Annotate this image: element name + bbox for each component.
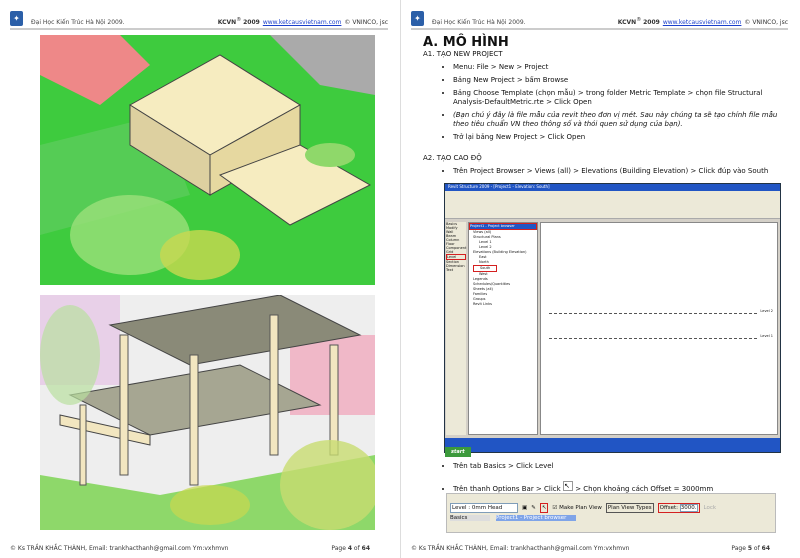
page-4: ✦ Đại Học Kiến Trúc Hà Nội 2009. KCVN® 2… bbox=[0, 0, 400, 558]
level-select[interactable]: Level : 0mm Head bbox=[450, 503, 518, 513]
list-item: Trên Project Browser > Views (all) > Ele… bbox=[453, 167, 786, 176]
start-button[interactable]: start bbox=[445, 447, 471, 457]
page-footer: © Ks TRẦN KHẮC THÀNH, Email: trankhactha… bbox=[10, 545, 370, 552]
revit-titlebar: Revit Structure 2009 - [Project1 - Eleva… bbox=[445, 184, 780, 191]
level-line[interactable] bbox=[549, 338, 757, 339]
page-current: 5 bbox=[747, 545, 752, 552]
brand-sup: ® bbox=[236, 17, 242, 23]
basics-tab[interactable]: Basics bbox=[450, 515, 490, 521]
heading-a1: A1. TẠO NEW PROJECT bbox=[423, 50, 503, 58]
render-top-view bbox=[40, 35, 375, 285]
basics-tab: Basics Modify Wall Beam Column Floor Component… bbox=[446, 222, 466, 435]
tree-item[interactable]: North bbox=[473, 260, 537, 265]
project-browser-title: Project1 - Project browser bbox=[496, 515, 576, 521]
make-plan-view-label: Make Plan View bbox=[559, 505, 602, 511]
logo-icon: ✦ bbox=[411, 11, 424, 26]
lock-checkbox[interactable]: Lock bbox=[704, 505, 717, 511]
offset-label: Offset: bbox=[659, 505, 678, 511]
university: Đại Học Kiến Trúc Hà Nội 2009. bbox=[31, 19, 125, 26]
year: 2009 bbox=[643, 19, 660, 26]
tree-item[interactable]: Revit Links bbox=[473, 302, 537, 307]
section-a2-cont: Trên tab Basics > Click Level Trên thanh… bbox=[423, 458, 786, 498]
page-label: Page bbox=[731, 545, 746, 552]
list-item: Trở lại bảng New Project > Click Open bbox=[453, 133, 786, 142]
pointer-icon: ↖ bbox=[562, 481, 573, 491]
taskbar: start bbox=[445, 438, 780, 457]
step-text: > Chọn khoảng cách Offset = 3000mm bbox=[575, 485, 714, 493]
copyright: © VNINCO, jsc bbox=[744, 19, 788, 26]
revit-screenshot: Revit Structure 2009 - [Project1 - Eleva… bbox=[444, 183, 781, 457]
section-a: A. MÔ HÌNH A1. TẠO NEW PROJECT Menu: Fil… bbox=[423, 35, 786, 180]
page-current: 4 bbox=[347, 545, 352, 552]
page-of: of bbox=[353, 545, 360, 552]
pencil-icon[interactable]: ✎ bbox=[531, 505, 536, 511]
logo-icon: ✦ bbox=[10, 11, 23, 26]
revit-toolbars bbox=[445, 191, 780, 219]
tree-item-south[interactable]: South bbox=[473, 265, 497, 272]
project-browser: Project1 - Project browser Views (all) St… bbox=[468, 222, 538, 435]
page-of: of bbox=[753, 545, 760, 552]
page-number: Page 5 of 64 bbox=[731, 545, 770, 552]
website-link[interactable]: www.ketcausvietnam.com bbox=[263, 19, 342, 26]
heading-a2: A2. TẠO CAO ĐỘ bbox=[423, 154, 482, 162]
browser-title: Project1 - Project browser bbox=[469, 223, 537, 230]
make-plan-view-checkbox[interactable]: ☑ Make Plan View bbox=[552, 505, 601, 511]
brand-sup: ® bbox=[636, 17, 642, 23]
page-5: ✦ Đại Học Kiến Trúc Hà Nội 2009. KCVN® 2… bbox=[400, 0, 800, 558]
page-header: ✦ Đại Học Kiến Trúc Hà Nội 2009. KCVN® 2… bbox=[10, 6, 388, 26]
list-item-note: (Bạn chú ý đây là file mẫu của revit the… bbox=[453, 111, 786, 129]
page-total: 64 bbox=[761, 545, 770, 552]
page-header: ✦ Đại Học Kiến Trúc Hà Nội 2009. KCVN® 2… bbox=[411, 6, 788, 26]
section-title: A. MÔ HÌNH bbox=[423, 35, 509, 50]
header-rule bbox=[411, 28, 788, 30]
properties-icon[interactable]: ▣ bbox=[522, 505, 527, 511]
brand: KCVN bbox=[617, 19, 637, 26]
level-label: Level 1 bbox=[760, 334, 773, 338]
page-label: Page bbox=[331, 545, 346, 552]
step-text: Trên thanh Options Bar > Click bbox=[453, 485, 561, 493]
page-number: Page 4 of 64 bbox=[331, 545, 370, 552]
plan-view-types-button[interactable]: Plan View Types bbox=[605, 503, 654, 513]
list-item: Menu: File > New > Project bbox=[453, 63, 786, 72]
pick-lines-icon[interactable]: ↖ bbox=[539, 503, 549, 513]
page-total: 64 bbox=[361, 545, 370, 552]
elevation-view[interactable]: Level 2 Level 1 bbox=[540, 222, 778, 435]
offset-input[interactable]: 3000. bbox=[679, 504, 698, 512]
render-perspective-view bbox=[40, 295, 375, 530]
tool-text[interactable]: Text bbox=[446, 268, 466, 272]
footer-author: © Ks TRẦN KHẮC THÀNH, Email: trankhactha… bbox=[411, 545, 630, 552]
footer-author: © Ks TRẦN KHẮC THÀNH, Email: trankhactha… bbox=[10, 545, 229, 552]
list-item: Bảng New Project > bấm Browse bbox=[453, 76, 786, 85]
year: 2009 bbox=[243, 19, 260, 26]
list-item: Bảng Choose Template (chọn mẫu) > trong … bbox=[453, 89, 786, 107]
page-footer: © Ks TRẦN KHẮC THÀNH, Email: trankhactha… bbox=[411, 545, 770, 552]
level-line[interactable] bbox=[549, 313, 757, 314]
university: Đại Học Kiến Trúc Hà Nội 2009. bbox=[432, 19, 526, 26]
options-bar-screenshot: Level : 0mm Head ▣ ✎ ↖ ☑ Make Plan View … bbox=[446, 493, 776, 533]
website-link[interactable]: www.ketcausvietnam.com bbox=[663, 19, 742, 26]
header-rule bbox=[10, 28, 388, 30]
brand: KCVN bbox=[217, 19, 237, 26]
list-item: Trên tab Basics > Click Level bbox=[453, 462, 786, 471]
copyright: © VNINCO, jsc bbox=[344, 19, 388, 26]
level-label: Level 2 bbox=[760, 309, 773, 313]
